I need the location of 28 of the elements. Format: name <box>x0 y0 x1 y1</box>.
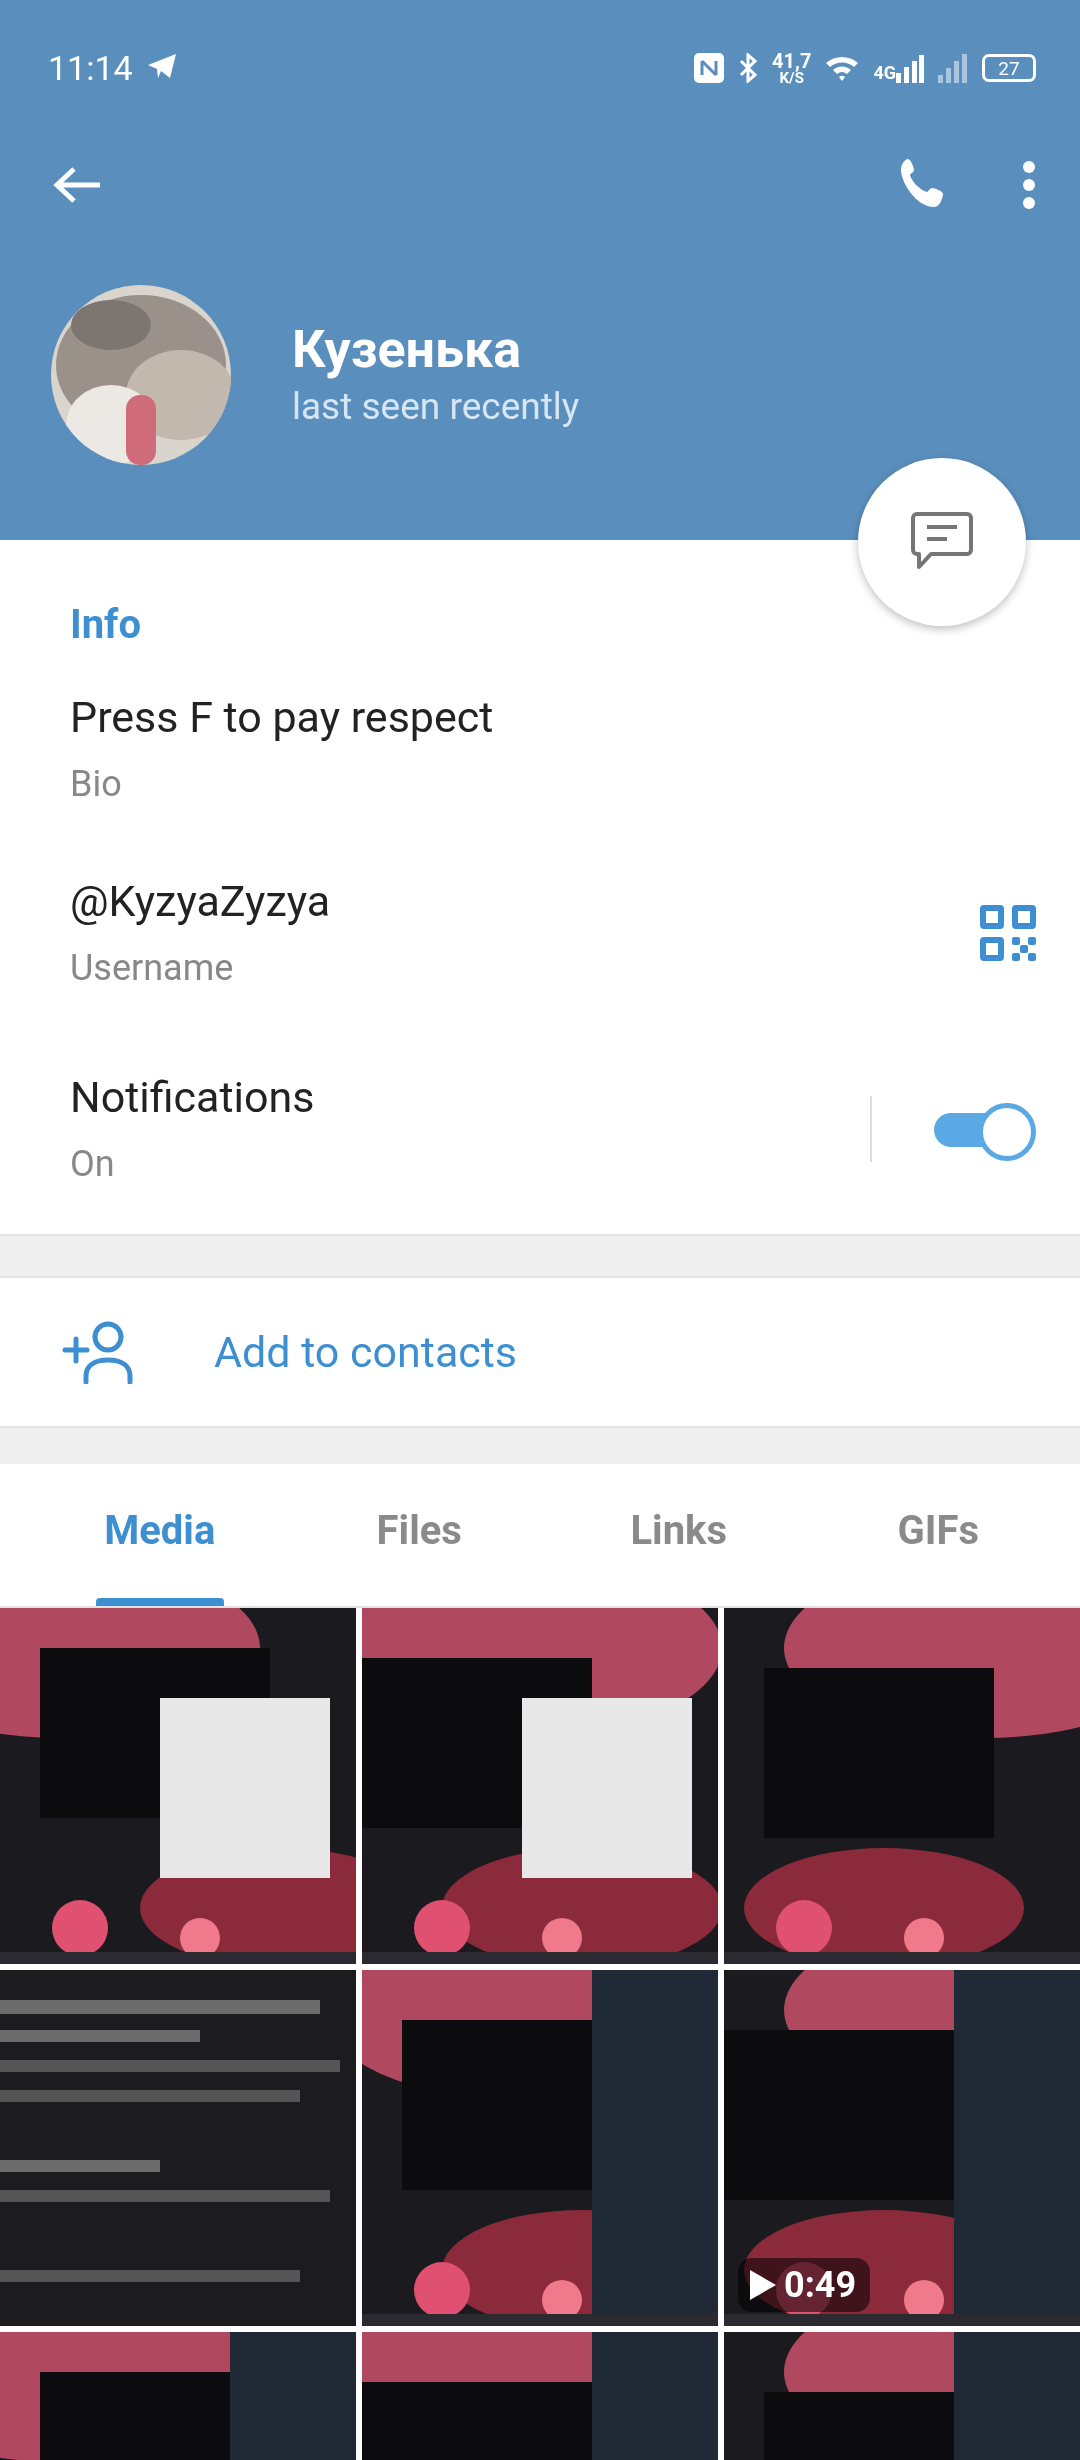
info-value: Notifications <box>70 1071 316 1124</box>
info-label: Username <box>70 946 235 991</box>
battery-indicator: 27 <box>982 54 1036 82</box>
last-seen-status: last seen recently <box>292 384 580 430</box>
nfc-icon <box>694 53 725 83</box>
media-tab[interactable]: Files <box>289 1464 549 1606</box>
media-tab[interactable]: Media <box>30 1464 290 1606</box>
contact-name: Кузенька <box>292 318 523 382</box>
info-label: Bio <box>70 762 123 807</box>
media-tab[interactable]: Links <box>549 1464 809 1606</box>
info-label: On <box>70 1142 116 1187</box>
bluetooth-icon <box>738 53 759 83</box>
add-to-contacts-label: Add to contacts <box>214 1327 518 1377</box>
signal-icon <box>938 53 968 83</box>
network-type: 4G <box>873 62 896 83</box>
section-heading: Info <box>70 600 142 650</box>
video-duration: 0:49 <box>738 2258 871 2312</box>
qr-code-icon[interactable] <box>980 905 1036 961</box>
wifi-icon <box>825 54 860 82</box>
network-speed: 41,7 <box>772 50 812 71</box>
back-arrow-icon[interactable] <box>52 165 102 205</box>
media-tab[interactable]: GIFs <box>808 1464 1068 1606</box>
more-options-icon[interactable] <box>1022 160 1036 210</box>
signal-icon <box>896 53 924 83</box>
info-value: @KyzyaZyzya <box>70 875 332 928</box>
status-time: 11:14 <box>48 48 133 88</box>
info-value: Press F to pay respect <box>70 691 495 744</box>
add-person-icon <box>62 1320 136 1384</box>
